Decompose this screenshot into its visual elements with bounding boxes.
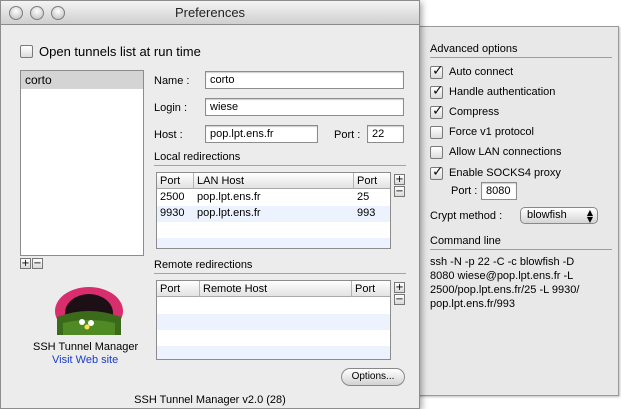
local-redirections-table[interactable]: Port LAN Host Port 2500 pop.lpt.ens.fr 2… [156, 172, 391, 249]
local-redirections-title: Local redirections [154, 151, 241, 163]
tunnel-logo-icon [55, 287, 123, 335]
auto-connect-label: Auto connect [449, 66, 514, 78]
column-header[interactable]: Port [157, 281, 200, 297]
socks-port-input[interactable]: 8080 [481, 182, 517, 200]
table-row[interactable] [157, 330, 390, 346]
tunnels-list[interactable]: corto [20, 70, 144, 256]
column-header[interactable]: Port [157, 173, 194, 189]
column-header[interactable]: Port [352, 281, 390, 297]
login-label: Login : [154, 102, 188, 114]
force-v1-checkbox[interactable] [430, 125, 443, 139]
column-header[interactable]: Remote Host [200, 281, 352, 297]
remote-port-cell: 25 [357, 191, 370, 203]
add-remote-redirection-button[interactable]: + [394, 282, 405, 293]
command-line-text: ssh -N -p 22 -C -c blowfish -D [430, 256, 575, 268]
separator [430, 249, 612, 250]
remote-port-cell: 993 [357, 207, 376, 219]
advanced-drawer: Advanced options Auto connect Handle aut… [410, 26, 619, 396]
open-tunnels-checkbox[interactable] [20, 44, 33, 58]
handle-authentication-label: Handle authentication [449, 86, 556, 98]
table-row[interactable] [157, 238, 390, 248]
advanced-options-title: Advanced options [430, 43, 518, 55]
crypt-method-select[interactable]: blowfish ▲ ▼ [520, 207, 598, 224]
table-row[interactable] [157, 298, 390, 314]
local-port-cell: 2500 [160, 191, 185, 203]
login-input[interactable]: wiese [205, 98, 404, 116]
version-label: SSH Tunnel Manager v2.0 (28) [134, 394, 286, 406]
auto-connect-checkbox[interactable] [430, 63, 444, 79]
options-button[interactable]: Options... [341, 368, 405, 386]
table-row[interactable] [157, 346, 390, 359]
window-title: Preferences [174, 5, 246, 20]
remove-local-redirection-button[interactable]: − [394, 186, 405, 197]
port-label: Port : [334, 129, 361, 141]
force-v1-label: Force v1 protocol [449, 126, 534, 138]
compress-label: Compress [449, 106, 500, 118]
separator [154, 273, 406, 274]
remote-redirections-table[interactable]: Port Remote Host Port [156, 280, 391, 360]
name-input[interactable]: corto [205, 71, 404, 89]
table-header: Port LAN Host Port [157, 173, 390, 189]
socks4-checkbox[interactable] [430, 164, 444, 180]
add-local-redirection-button[interactable]: + [394, 174, 405, 185]
command-line-text: pop.lpt.ens.fr/993 [430, 298, 516, 310]
handle-authentication-checkbox[interactable] [430, 83, 444, 99]
local-port-cell: 9930 [160, 207, 185, 219]
add-tunnel-button[interactable]: + [20, 258, 31, 269]
lan-host-cell: pop.lpt.ens.fr [197, 191, 261, 203]
open-tunnels-option[interactable]: Open tunnels list at run time [20, 42, 201, 60]
allow-lan-checkbox[interactable] [430, 145, 443, 159]
table-row[interactable] [157, 314, 390, 330]
compress-checkbox[interactable] [430, 103, 444, 119]
name-label: Name : [154, 75, 190, 87]
compress-option[interactable]: Compress [430, 103, 500, 120]
table-row[interactable]: 2500 pop.lpt.ens.fr 25 [157, 190, 390, 206]
open-tunnels-label: Open tunnels list at run time [39, 43, 201, 59]
separator [154, 165, 406, 166]
allow-lan-option[interactable]: Allow LAN connections [430, 144, 562, 160]
lan-host-cell: pop.lpt.ens.fr [197, 207, 261, 219]
table-header: Port Remote Host Port [157, 281, 390, 297]
socks4-label: Enable SOCKS4 proxy [449, 167, 561, 179]
table-row[interactable]: 9930 pop.lpt.ens.fr 993 [157, 206, 390, 222]
title-bar[interactable]: Preferences [1, 1, 419, 25]
command-line-text: 8080 wiese@pop.lpt.ens.fr -L [430, 270, 574, 282]
command-line-title: Command line [430, 235, 501, 247]
auto-connect-option[interactable]: Auto connect [430, 63, 514, 80]
allow-lan-label: Allow LAN connections [449, 146, 562, 158]
socks4-option[interactable]: Enable SOCKS4 proxy [430, 164, 561, 181]
socks-port-label: Port : [451, 185, 478, 197]
list-item[interactable]: corto [21, 71, 143, 89]
column-header[interactable]: LAN Host [194, 173, 354, 189]
app-name: SSH Tunnel Manager [33, 341, 139, 353]
table-row[interactable] [157, 222, 390, 238]
remove-remote-redirection-button[interactable]: − [394, 294, 405, 305]
separator [430, 57, 612, 58]
crypt-method-value: blowfish [527, 209, 567, 221]
force-v1-option[interactable]: Force v1 protocol [430, 124, 534, 140]
handle-authentication-option[interactable]: Handle authentication [430, 83, 556, 100]
port-input[interactable]: 22 [367, 125, 404, 143]
visit-website-link[interactable]: Visit Web site [52, 354, 118, 366]
remote-redirections-title: Remote redirections [154, 259, 253, 271]
preferences-window: Preferences Open tunnels list at run tim… [0, 0, 420, 409]
crypt-method-label: Crypt method : [430, 210, 503, 222]
command-line-text: 2500/pop.lpt.ens.fr/25 -L 9930/ [430, 284, 580, 296]
remove-tunnel-button[interactable]: − [32, 258, 43, 269]
host-label: Host : [154, 129, 183, 141]
updown-arrows-icon: ▲ ▼ [586, 208, 593, 224]
host-input[interactable]: pop.lpt.ens.fr [205, 125, 318, 143]
column-header[interactable]: Port [354, 173, 390, 189]
